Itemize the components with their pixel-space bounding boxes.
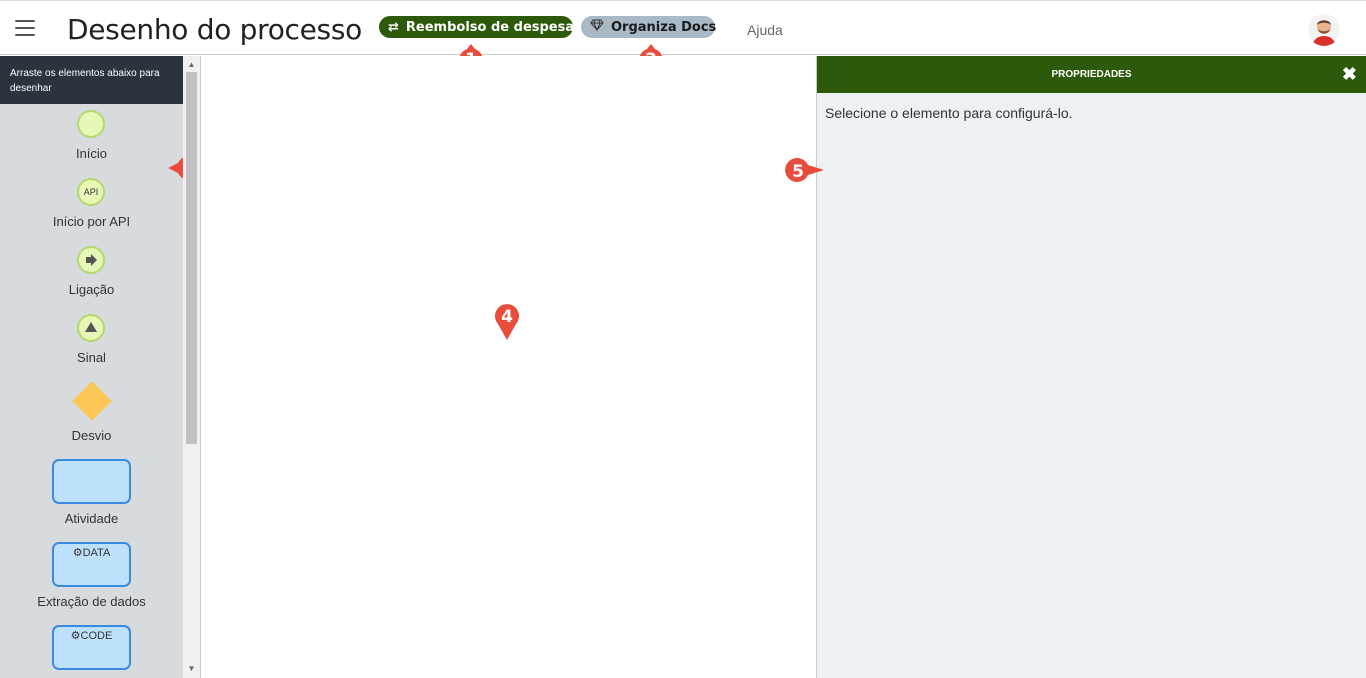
- organization-selector[interactable]: Organiza Docs: [581, 16, 717, 38]
- palette-item-label: Sinal: [77, 350, 106, 365]
- diamond-icon: [590, 19, 604, 35]
- arrow-right-icon: [86, 254, 97, 266]
- marker-4-icon: 4: [495, 304, 519, 340]
- gear-icon: ⚙: [72, 547, 83, 559]
- scroll-down-icon[interactable]: ▼: [183, 662, 200, 676]
- properties-title: PROPRIEDADES: [1051, 69, 1132, 80]
- data-tag: DATA: [82, 547, 111, 559]
- palette-item-data-extraction[interactable]: ⚙DATA Extração de dados: [0, 542, 183, 614]
- palette-item-label: Início por API: [52, 214, 131, 229]
- gear-icon: ⚙: [70, 630, 81, 642]
- organization-name: Organiza Docs: [611, 19, 717, 35]
- palette-item-label: Desvio: [71, 428, 112, 443]
- api-start-event-icon: API: [77, 178, 105, 206]
- palette-item-signal[interactable]: Sinal: [0, 312, 183, 372]
- link-event-icon: [77, 246, 105, 274]
- palette-item-code[interactable]: ⚙CODE: [0, 625, 183, 675]
- palette-scrollbar[interactable]: ▲ ▼: [183, 56, 200, 678]
- start-event-icon: [77, 110, 105, 138]
- swap-arrows-icon: ⇄: [388, 19, 399, 35]
- properties-hint: Selecione o elemento para configurá-lo.: [825, 105, 1073, 121]
- palette-item-start[interactable]: Início: [0, 108, 183, 168]
- marker-5-icon: 5: [785, 158, 824, 182]
- page-title: Desenho do processo: [67, 13, 362, 46]
- marker-5-label: 5: [792, 162, 804, 182]
- palette-item-api-start[interactable]: API Início por API: [0, 176, 183, 236]
- api-glyph: API: [83, 187, 99, 197]
- signal-event-icon: [77, 314, 105, 342]
- help-link[interactable]: Ajuda: [747, 22, 783, 38]
- properties-header: PROPRIEDADES ✖: [817, 56, 1366, 93]
- palette-item-task[interactable]: Atividade: [0, 459, 183, 531]
- gateway-diamond-icon: [72, 381, 112, 421]
- data-task-box-icon: ⚙DATA: [52, 542, 131, 587]
- code-tag: CODE: [80, 630, 113, 642]
- palette-instructions: Arraste os elementos abaixo para desenha…: [0, 56, 183, 104]
- avatar[interactable]: [1308, 14, 1340, 46]
- close-icon[interactable]: ✖: [1342, 56, 1357, 93]
- scroll-up-icon[interactable]: ▲: [183, 58, 200, 72]
- palette-item-label: Início: [75, 146, 108, 161]
- palette-item-label: Ligação: [68, 282, 115, 297]
- palette-item-link[interactable]: Ligação: [0, 244, 183, 304]
- menu-icon[interactable]: [15, 20, 35, 36]
- code-task-box-icon: ⚙CODE: [52, 625, 131, 670]
- process-name: Reembolso de despesas: [405, 19, 582, 35]
- task-box-icon: [52, 459, 131, 504]
- triangle-up-icon: [85, 322, 97, 332]
- process-selector[interactable]: ⇄ Reembolso de despesas: [379, 16, 582, 38]
- palette-item-gateway[interactable]: Desvio: [0, 380, 183, 446]
- properties-panel: PROPRIEDADES ✖ Selecione o elemento para…: [817, 56, 1366, 678]
- palette-item-label: Extração de dados: [37, 594, 146, 609]
- scroll-thumb[interactable]: [186, 72, 197, 444]
- top-bar: Desenho do processo ⇄ Reembolso de despe…: [0, 0, 1366, 55]
- palette-item-label: Atividade: [64, 511, 119, 526]
- marker-4-label: 4: [501, 307, 513, 327]
- diagram-canvas[interactable]: [200, 56, 817, 678]
- element-palette: Arraste os elementos abaixo para desenha…: [0, 56, 183, 678]
